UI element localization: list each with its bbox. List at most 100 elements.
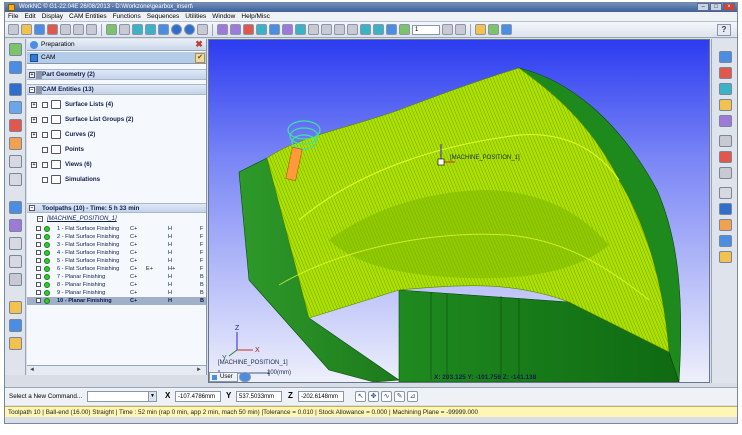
tree-item-surface-lists[interactable]: + Surface Lists (4) — [27, 98, 206, 111]
expand-icon[interactable]: + — [31, 117, 37, 123]
measure-icon[interactable] — [399, 24, 410, 35]
fit-icon[interactable] — [308, 24, 319, 35]
toolpath-row[interactable]: 5 - Flat Surface Finishing C+ H F — [27, 257, 206, 265]
toolpath-checkbox[interactable] — [36, 274, 41, 279]
toolpath-row[interactable]: 4 - Flat Surface Finishing C+ H F — [27, 249, 206, 257]
surface-icon[interactable] — [217, 24, 228, 35]
save-icon[interactable] — [34, 24, 45, 35]
pick-icon[interactable] — [106, 24, 117, 35]
toolpath-row[interactable]: 7 - Planar Finishing C+ H B — [27, 273, 206, 281]
visibility-checkbox[interactable] — [42, 132, 48, 138]
toolpath-checkbox[interactable] — [36, 234, 41, 239]
visibility-checkbox[interactable] — [42, 162, 48, 168]
machine-position-icon[interactable] — [9, 155, 22, 168]
expand-icon[interactable]: + — [29, 72, 35, 78]
toolpath-row[interactable]: 3 - Flat Surface Finishing C+ H F — [27, 241, 206, 249]
command-dropdown-icon[interactable]: ▼ — [148, 391, 157, 402]
transparency-icon[interactable] — [719, 235, 732, 247]
view-bottom-icon[interactable] — [719, 115, 732, 127]
menu-functions[interactable]: Functions — [113, 13, 141, 20]
panel-horizontal-scrollbar[interactable]: ◄ ► — [27, 365, 206, 375]
view-top-icon[interactable] — [719, 99, 732, 111]
step-up-icon[interactable] — [455, 24, 466, 35]
visibility-checkbox[interactable] — [42, 117, 48, 123]
menu-sequences[interactable]: Sequences — [147, 13, 180, 20]
close-button[interactable]: × — [723, 3, 735, 11]
rotate-icon[interactable] — [360, 24, 371, 35]
edit-point-icon[interactable]: ✎ — [394, 391, 405, 402]
minimize-button[interactable]: – — [697, 3, 709, 11]
zoom-window-icon[interactable] — [321, 24, 332, 35]
preparation-icon[interactable] — [9, 61, 22, 74]
lights-icon[interactable] — [719, 251, 732, 263]
pin-icon[interactable] — [30, 41, 38, 49]
snap-icon[interactable]: ✥ — [368, 391, 379, 402]
curve-icon[interactable] — [243, 24, 254, 35]
zoom-in-icon[interactable] — [334, 24, 345, 35]
toolpath-checkbox[interactable] — [36, 290, 41, 295]
analysis-icon[interactable] — [9, 201, 22, 214]
expand-icon[interactable]: + — [31, 102, 37, 108]
command-input[interactable] — [87, 391, 157, 402]
visibility-checkbox[interactable] — [42, 177, 48, 183]
maximize-button[interactable]: □ — [710, 3, 722, 11]
sphere-shaded-icon[interactable] — [184, 24, 195, 35]
toolpath-checkbox[interactable] — [36, 282, 41, 287]
holder-icon[interactable] — [9, 137, 22, 150]
section-cam-entities[interactable]: − CAM Entities (13) — [27, 84, 206, 95]
section-icon[interactable] — [9, 219, 22, 232]
cut-icon[interactable] — [719, 203, 732, 215]
view-front-icon[interactable] — [132, 24, 143, 35]
view-side-icon[interactable] — [719, 83, 732, 95]
x-coordinate-field[interactable]: -107.4786mm — [175, 391, 221, 402]
cam-mode-icon[interactable] — [9, 43, 22, 56]
toolpath-row[interactable]: 2 - Flat Surface Finishing C+ H F — [27, 233, 206, 241]
collapse-icon[interactable]: − — [29, 205, 35, 211]
menu-edit[interactable]: Edit — [24, 13, 35, 20]
report-icon[interactable] — [9, 237, 22, 250]
settings-icon[interactable] — [9, 337, 22, 350]
section-toolpaths[interactable]: − Toolpaths (10) - Time: 5 h 33 min — [27, 203, 206, 213]
menu-display[interactable]: Display — [42, 13, 63, 20]
shading-icon[interactable] — [158, 24, 169, 35]
axis-icon[interactable] — [119, 24, 130, 35]
menu-window[interactable]: Window — [212, 13, 235, 20]
view-top-icon[interactable] — [145, 24, 156, 35]
color-icon[interactable] — [719, 151, 732, 163]
stock-icon[interactable] — [9, 101, 22, 114]
pick-point-icon[interactable]: ↖ — [355, 391, 366, 402]
new-file-icon[interactable] — [8, 24, 19, 35]
collapse-icon[interactable]: − — [37, 216, 43, 222]
z-coordinate-field[interactable]: -202.6148mm — [298, 391, 344, 402]
3d-viewport[interactable]: Z X Y [MACHINE_POSITION_1] [MACHINE_POSI… — [208, 39, 710, 383]
y-coordinate-field[interactable]: 537.5033mm — [236, 391, 282, 402]
section-part-geometry[interactable]: + Part Geometry (2) — [27, 69, 206, 80]
curve-pick-icon[interactable]: ∿ — [381, 391, 392, 402]
pan-icon[interactable] — [373, 24, 384, 35]
tool-library-icon[interactable] — [719, 187, 732, 199]
toolpath-checkbox[interactable] — [36, 226, 41, 231]
undo-icon[interactable] — [60, 24, 71, 35]
tree-item-surface-list-groups[interactable]: + Surface List Groups (2) — [27, 113, 206, 126]
highlight-icon[interactable] — [719, 219, 732, 231]
export-icon[interactable] — [9, 273, 22, 286]
menu-utilities[interactable]: Utilities — [185, 13, 206, 20]
menu-cam-entities[interactable]: CAM Entities — [69, 13, 107, 20]
point-icon[interactable] — [256, 24, 267, 35]
toolpath-row[interactable]: 1 - Flat Surface Finishing C+ H F — [27, 225, 206, 233]
part-geometry-icon[interactable] — [9, 83, 22, 96]
zoom-level-select[interactable]: 1 — [412, 24, 440, 35]
view-iso-icon[interactable] — [719, 51, 732, 63]
cam-selector[interactable]: CAM ✔ — [27, 52, 206, 64]
open-folder-icon[interactable] — [21, 24, 32, 35]
toolpath-checkbox[interactable] — [36, 298, 41, 303]
measure-point-icon[interactable]: ⊿ — [407, 391, 418, 402]
collapse-icon[interactable]: − — [29, 87, 35, 93]
close-panel-icon[interactable]: ✖ — [194, 40, 204, 50]
edit-toolpath-icon[interactable] — [9, 301, 22, 314]
camera-icon[interactable] — [386, 24, 397, 35]
display-options-icon[interactable] — [501, 24, 512, 35]
expand-icon[interactable]: + — [31, 132, 37, 138]
sphere-icon[interactable] — [171, 24, 182, 35]
scroll-right-icon[interactable]: ► — [196, 367, 204, 374]
